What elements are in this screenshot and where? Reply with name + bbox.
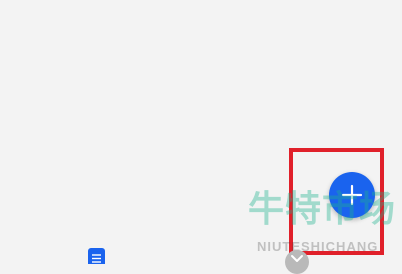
nav-item-documents[interactable] <box>88 248 105 264</box>
check-icon <box>291 255 303 262</box>
document-icon <box>92 254 101 263</box>
plus-icon <box>341 184 363 206</box>
add-button[interactable] <box>329 172 375 218</box>
nav-item-completed[interactable] <box>285 250 309 274</box>
